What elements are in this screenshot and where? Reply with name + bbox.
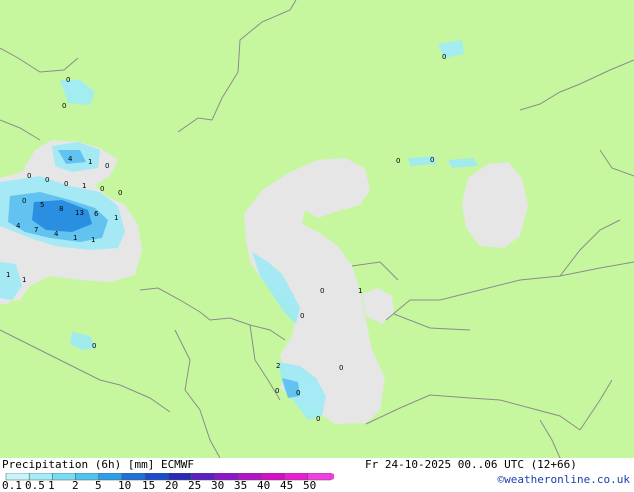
valid-time: Fr 24-10-2025 00..06 UTC (12+66) (365, 458, 577, 471)
point-value: 0 (45, 176, 49, 184)
legend-tick: 40 (257, 479, 271, 492)
legend-bar: Precipitation (6h) [mm] ECMWF Fr 24-10-2… (0, 458, 634, 492)
legend-tick: 35 (234, 479, 248, 492)
point-value: 1 (88, 158, 92, 166)
point-value: 2 (276, 362, 280, 370)
legend-title: Precipitation (6h) [mm] ECMWF (2, 458, 195, 471)
legend-tick: 50 (303, 479, 317, 492)
legend-tick: 2 (72, 479, 79, 492)
point-value: 0 (92, 342, 96, 350)
legend-tick: 25 (188, 479, 202, 492)
point-value: 1 (358, 287, 362, 295)
point-value: 1 (91, 236, 95, 244)
point-value: 4 (68, 155, 73, 163)
point-value: 0 (442, 53, 446, 61)
legend-tick: 0.5 (25, 479, 45, 492)
point-value: 6 (94, 210, 99, 218)
point-value: 0 (320, 287, 324, 295)
point-value: 0 (300, 312, 304, 320)
legend-tick: 10 (118, 479, 132, 492)
point-value: 0 (296, 389, 300, 397)
point-value: 0 (275, 387, 279, 395)
point-value: 5 (40, 201, 44, 209)
scale-arrow (330, 473, 334, 480)
legend-tick: 45 (280, 479, 294, 492)
point-value: 0 (430, 156, 434, 164)
point-value: 0 (105, 162, 109, 170)
point-value: 0 (339, 364, 343, 372)
point-value: 1 (114, 214, 118, 222)
legend-tick: 1 (48, 479, 55, 492)
legend-tick: 20 (165, 479, 179, 492)
point-value: 13 (75, 209, 84, 217)
point-value: 0 (118, 189, 122, 197)
point-value: 0 (316, 415, 320, 423)
point-value: 0 (64, 180, 68, 188)
point-value: 0 (22, 197, 26, 205)
point-value: 8 (59, 205, 63, 213)
point-value: 0 (62, 102, 66, 110)
point-value: 0 (396, 157, 400, 165)
credit: ©weatheronline.co.uk (497, 473, 630, 486)
legend-tick: 30 (211, 479, 225, 492)
legend-tick: 5 (95, 479, 102, 492)
point-value: 4 (54, 230, 59, 238)
point-value: 0 (66, 76, 70, 84)
point-value: 0 (100, 185, 104, 193)
point-value: 7 (34, 226, 38, 234)
point-value: 1 (73, 234, 77, 242)
point-value: 4 (16, 222, 21, 230)
point-value: 1 (6, 271, 10, 279)
point-value: 0 (27, 172, 31, 180)
precipitation-map: 0 0 4 1 0 0 0 0 1 0 0 5 8 13 6 1 4 7 4 1… (0, 0, 634, 458)
point-value: 1 (82, 182, 86, 190)
legend-tick: 0.1 (2, 479, 22, 492)
point-value: 1 (22, 276, 26, 284)
legend-tick: 15 (142, 479, 156, 492)
